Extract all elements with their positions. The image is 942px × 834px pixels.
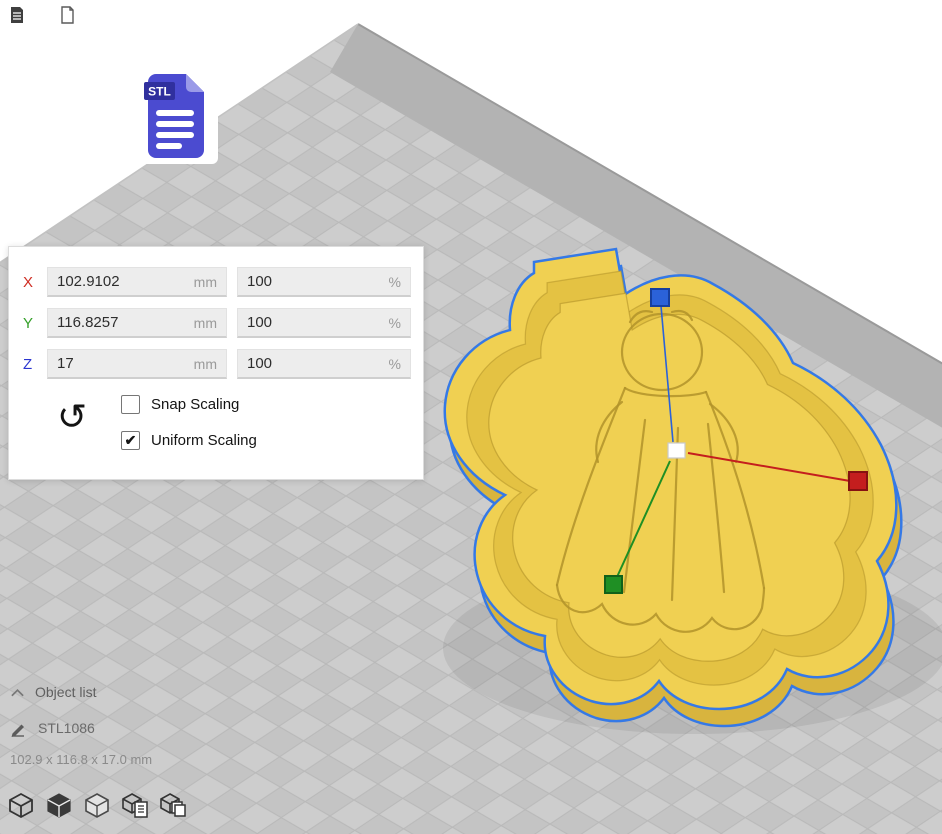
pencil-icon xyxy=(10,720,26,737)
percent-unit-label: % xyxy=(389,274,410,290)
axis-y-label: Y xyxy=(23,315,43,332)
scale-z-mm-field[interactable]: mm xyxy=(47,349,227,379)
document-icon[interactable] xyxy=(8,5,26,25)
snap-scaling-row: Snap Scaling xyxy=(121,393,257,415)
scale-z-mm-input[interactable] xyxy=(48,355,194,372)
gizmo-handle-center[interactable] xyxy=(668,443,685,458)
cube-wireframe-icon[interactable] xyxy=(6,790,36,820)
object-list-item[interactable]: STL1086 xyxy=(10,718,152,738)
uniform-check-mark: ✔ xyxy=(125,433,137,447)
cube-solid-icon[interactable] xyxy=(44,790,74,820)
uniform-scaling-row: ✔ Uniform Scaling xyxy=(121,429,257,451)
object-list: Object list STL1086 102.9 x 116.8 x 17.0… xyxy=(10,682,152,767)
snap-scaling-checkbox[interactable] xyxy=(121,395,140,414)
chevron-up-icon xyxy=(10,687,25,698)
gizmo-handle-red[interactable] xyxy=(849,472,867,490)
percent-unit-label: % xyxy=(389,315,410,331)
scale-x-percent-field[interactable]: % xyxy=(237,267,411,297)
scale-z-percent-field[interactable]: % xyxy=(237,349,411,379)
axis-z-label: Z xyxy=(23,356,43,373)
mm-unit-label: mm xyxy=(194,274,226,290)
scale-row-x: X mm % xyxy=(9,267,423,297)
cube-shaded-icon[interactable] xyxy=(82,790,112,820)
scale-row-z: Z mm % xyxy=(9,349,423,379)
reset-scale-button[interactable]: ↺ xyxy=(57,399,87,435)
axis-x-label: X xyxy=(23,274,43,291)
model-dimensions-label: 102.9 x 116.8 x 17.0 mm xyxy=(10,752,152,767)
snap-scaling-label: Snap Scaling xyxy=(151,396,239,413)
mm-unit-label: mm xyxy=(194,356,226,372)
scale-tool-panel: X mm % Y mm % Z mm % ↺ xyxy=(8,246,424,480)
scale-x-mm-input[interactable] xyxy=(48,273,194,290)
stl-file-icon[interactable]: STL xyxy=(136,66,218,164)
uniform-scaling-checkbox[interactable]: ✔ xyxy=(121,431,140,450)
object-list-title: Object list xyxy=(35,684,96,700)
object-list-item-label: STL1086 xyxy=(38,720,95,736)
uniform-scaling-label: Uniform Scaling xyxy=(151,432,257,449)
scale-row-y: Y mm % xyxy=(9,308,423,338)
scale-x-mm-field[interactable]: mm xyxy=(47,267,227,297)
scale-y-percent-field[interactable]: % xyxy=(237,308,411,338)
scale-y-percent-input[interactable] xyxy=(238,314,389,331)
scale-x-percent-input[interactable] xyxy=(238,273,389,290)
scale-y-mm-input[interactable] xyxy=(48,314,194,331)
scale-y-mm-field[interactable]: mm xyxy=(47,308,227,338)
percent-unit-label: % xyxy=(389,356,410,372)
object-list-header[interactable]: Object list xyxy=(10,682,152,702)
stl-badge-label: STL xyxy=(148,85,171,99)
copy-page-icon[interactable] xyxy=(58,5,76,25)
view-mode-toolbar xyxy=(6,790,196,820)
scale-z-percent-input[interactable] xyxy=(238,355,389,372)
cube-file-icon[interactable] xyxy=(120,790,150,820)
gizmo-handle-blue[interactable] xyxy=(651,289,669,306)
mm-unit-label: mm xyxy=(194,315,226,331)
gizmo-handle-green[interactable] xyxy=(605,576,622,593)
cube-copy-icon[interactable] xyxy=(158,790,188,820)
